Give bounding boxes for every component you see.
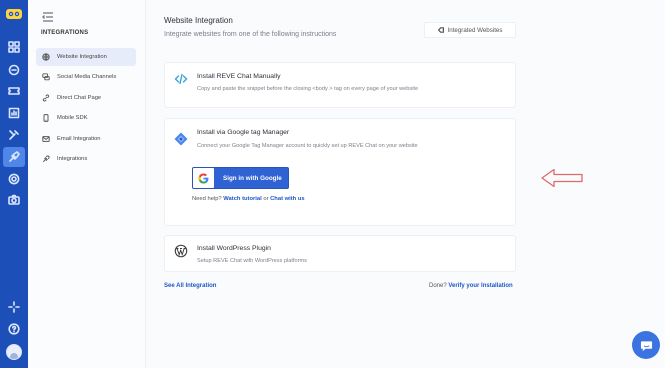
watch-tutorial-link[interactable]: Watch tutorial	[223, 196, 261, 202]
sidebar-item-integrations[interactable]: Integrations	[36, 150, 136, 168]
verify-installation-link[interactable]: Verify your Installation	[448, 283, 512, 289]
card-description: Copy and paste the snippet before the cl…	[197, 86, 419, 92]
chat-bubble-icon	[640, 340, 652, 351]
see-all-integration-link[interactable]: See All Integration	[164, 283, 216, 289]
chat-bubbles-icon	[42, 73, 50, 81]
sidebar-item-label: Email Integration	[57, 136, 101, 142]
chat-with-us-link[interactable]: Chat with us	[270, 196, 304, 202]
collapse-sidebar-icon[interactable]	[42, 9, 54, 22]
integrations-sidebar: INTEGRATIONS Website Integration Social …	[28, 0, 146, 368]
google-tag-manager-card: Install via Google tag Manager Connect y…	[164, 118, 516, 226]
google-g-icon	[193, 168, 214, 188]
card-description: Connect your Google Tag Manager account …	[197, 143, 418, 149]
link-icon	[42, 94, 50, 102]
wordpress-icon	[174, 244, 188, 258]
sign-in-with-google-label: Sign in with Google	[223, 174, 282, 182]
sidebar-item-label: Direct Chat Page	[57, 95, 102, 101]
reve-chat-logo[interactable]	[5, 7, 23, 21]
chat-icon[interactable]	[7, 63, 21, 77]
card-title: Install REVE Chat Manually	[197, 73, 281, 80]
sidebar-item-label: Social Media Channels	[57, 74, 117, 80]
done-prefix: Done?	[429, 283, 447, 289]
sidebar-heading: INTEGRATIONS	[41, 30, 89, 36]
page-title: Website Integration	[164, 16, 233, 25]
app-rail	[0, 0, 28, 368]
code-icon	[174, 72, 188, 86]
camera-icon[interactable]	[7, 193, 21, 207]
sidebar-item-label: Mobile SDK	[57, 115, 88, 121]
mobile-icon	[43, 114, 49, 122]
wordpress-plugin-card[interactable]: Install WordPress Plugin Setup REVE Chat…	[164, 235, 516, 272]
sidebar-item-website-integration[interactable]: Website Integration	[36, 48, 136, 66]
left-arrow-annotation-icon	[540, 168, 584, 188]
reports-icon[interactable]	[7, 106, 21, 120]
install-manually-card[interactable]: Install REVE Chat Manually Copy and past…	[164, 62, 516, 108]
tag-icon	[437, 27, 444, 33]
tools-icon[interactable]	[7, 128, 21, 142]
sidebar-item-social-media-channels[interactable]: Social Media Channels	[36, 68, 136, 86]
sparkle-icon[interactable]	[7, 300, 21, 314]
settings-icon[interactable]	[7, 172, 21, 186]
done-verify-text: Done? Verify your Installation	[429, 283, 513, 289]
sidebar-item-label: Website Integration	[57, 54, 107, 60]
sidebar-item-email-integration[interactable]: Email Integration	[36, 130, 136, 148]
integrated-websites-button[interactable]: Integrated Websites	[424, 22, 516, 38]
help-text: Need help? Watch tutorial or Chat with u…	[192, 196, 305, 202]
card-title: Install WordPress Plugin	[197, 245, 271, 252]
globe-icon	[42, 53, 50, 61]
page-subtitle: Integrate websites from one of the follo…	[164, 31, 337, 38]
sidebar-item-mobile-sdk[interactable]: Mobile SDK	[36, 109, 136, 127]
sidebar-item-direct-chat-page[interactable]: Direct Chat Page	[36, 89, 136, 107]
ticket-icon[interactable]	[7, 84, 21, 98]
card-title: Install via Google tag Manager	[197, 129, 290, 136]
chat-widget-button[interactable]	[632, 331, 660, 359]
help-icon[interactable]	[7, 322, 21, 336]
sidebar-item-label: Integrations	[57, 156, 88, 162]
mail-icon	[42, 136, 50, 142]
integrations-plug-icon[interactable]	[7, 150, 21, 164]
integrated-websites-label: Integrated Websites	[447, 26, 503, 34]
main-content: Website Integration Integrate websites f…	[146, 0, 665, 368]
plug-icon	[42, 155, 50, 163]
sign-in-with-google-button[interactable]: Sign in with Google	[192, 167, 289, 189]
help-or: or	[263, 196, 269, 202]
user-avatar[interactable]	[6, 344, 22, 360]
dashboard-icon[interactable]	[7, 40, 21, 54]
google-tag-manager-icon	[174, 132, 188, 146]
help-prefix: Need help?	[192, 196, 222, 202]
card-description: Setup REVE Chat with WordPress platforms	[197, 258, 307, 264]
